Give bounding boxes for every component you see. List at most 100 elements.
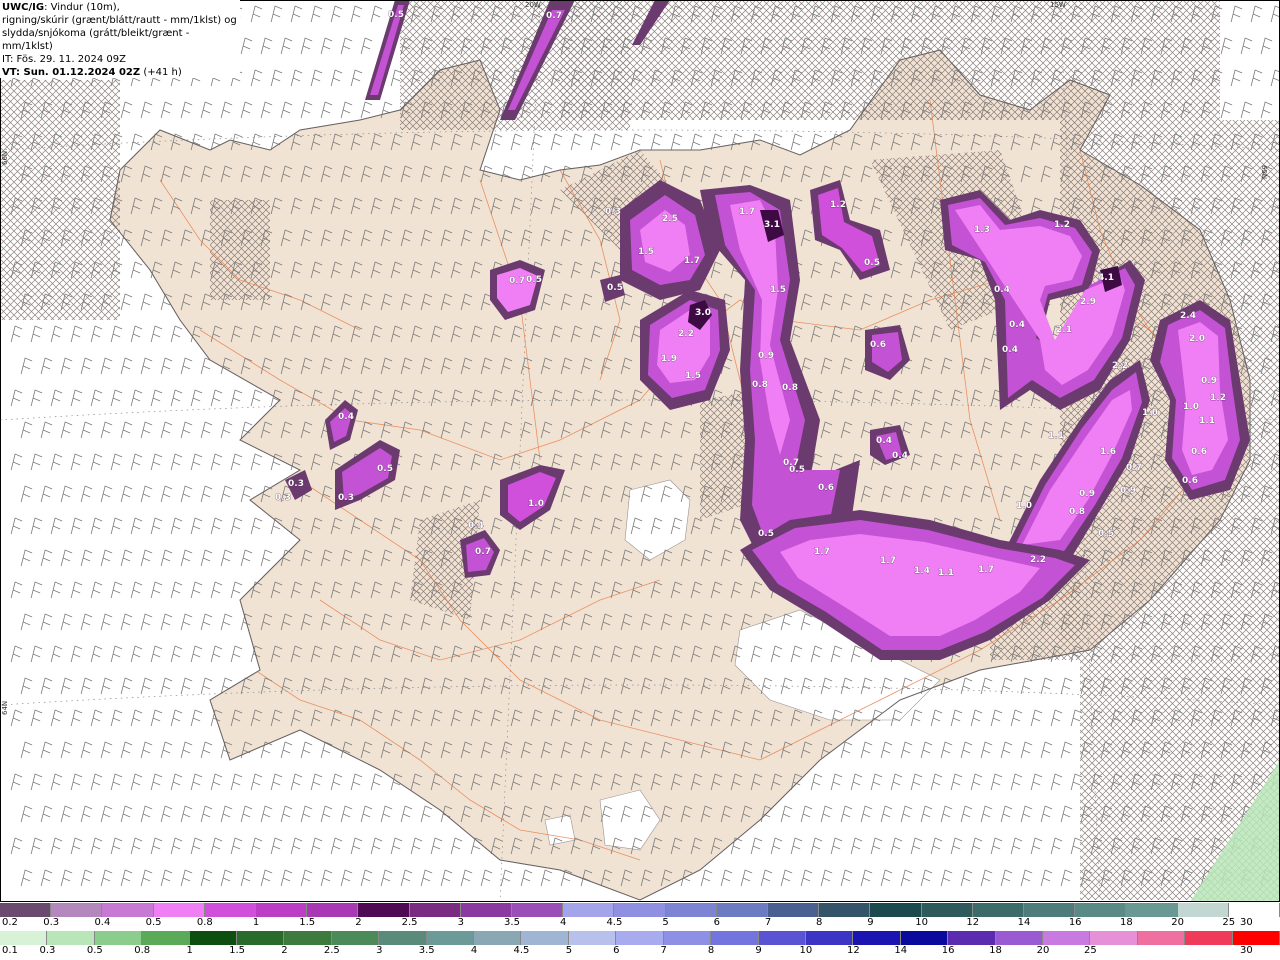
legend-swatch bbox=[358, 903, 410, 917]
legend-swatch bbox=[204, 903, 257, 917]
legend-swatch bbox=[307, 903, 359, 917]
legend-label: 9 bbox=[867, 917, 874, 928]
legend-label: 16 bbox=[1068, 917, 1082, 928]
legend-swatch bbox=[0, 931, 48, 945]
precip-value-label: 2.4 bbox=[1180, 311, 1196, 321]
legend-swatch bbox=[426, 931, 475, 945]
precip-value-label: 0.8 bbox=[1069, 507, 1085, 517]
legend-swatch bbox=[153, 903, 205, 917]
legend-swatch bbox=[870, 903, 922, 917]
precip-value-label: 0.5 bbox=[1098, 529, 1114, 539]
legend-label: 3 bbox=[457, 917, 464, 928]
legend-swatch bbox=[995, 931, 1043, 945]
legend-swatch bbox=[1232, 931, 1280, 945]
legend-label: 14 bbox=[894, 945, 908, 956]
precip-value-label: 2.1 bbox=[1056, 325, 1072, 335]
lon-label-20w: 20W bbox=[525, 1, 541, 9]
legend-label: 14 bbox=[1017, 917, 1031, 928]
legend-label: 25 bbox=[1222, 917, 1236, 928]
legend-swatch bbox=[512, 903, 564, 917]
legend-swatch bbox=[1126, 903, 1178, 917]
precip-value-label: 0.4 bbox=[892, 451, 908, 461]
header-line2: rigning/skúrir (grænt/blátt/rautt - mm/1… bbox=[2, 15, 237, 26]
precip-value-label: 2.2 bbox=[1112, 361, 1128, 371]
legend-swatch bbox=[256, 903, 308, 917]
legend-label: 5 bbox=[565, 945, 573, 956]
legend-label: 3 bbox=[376, 945, 383, 956]
legend-swatch bbox=[1090, 931, 1138, 945]
legend-swatch bbox=[1075, 903, 1127, 917]
legend-label: 25 bbox=[1083, 945, 1097, 956]
legend-swatch bbox=[665, 903, 717, 917]
precip-value-label: 1.2 bbox=[1054, 220, 1070, 230]
snow-legend-labels: 0.2 0.3 0.4 0.5 0.8 1 1.5 2 2.5 3 3.5 4 4.5 5 6 7 8 9 10 12… bbox=[0, 917, 1280, 930]
weather-map[interactable]: 0.5 0.70.32.51.51.70.53.02.21.91.51.73.11… bbox=[0, 0, 1280, 902]
precip-value-label: 0.8 bbox=[782, 383, 798, 393]
precip-value-label: 0.4 bbox=[876, 436, 892, 446]
precip-value-label: 2.9 bbox=[1080, 297, 1096, 307]
precip-value-label: 1.9 bbox=[661, 354, 677, 364]
precip-value-label: 0.5 bbox=[377, 464, 393, 474]
legend-swatch bbox=[1177, 903, 1229, 917]
lat-label-64n: 64N bbox=[1, 700, 9, 715]
legend-swatch bbox=[284, 931, 332, 945]
precip-value-label: 0.7 bbox=[509, 276, 525, 286]
legend-swatch bbox=[972, 903, 1025, 917]
legend-swatch bbox=[474, 931, 522, 945]
precip-value-label: 1.1 bbox=[1048, 431, 1064, 441]
legend-label: 2.5 bbox=[323, 945, 340, 956]
precip-value-label: 0.5 bbox=[526, 275, 542, 285]
precip-value-label: 0.3 bbox=[338, 493, 354, 503]
precip-value-label: 1.0 bbox=[528, 499, 544, 509]
init-time: IT: Fös. 29. 11. 2024 09Z bbox=[2, 54, 126, 65]
legend-swatch bbox=[1185, 931, 1233, 945]
precip-value-label: 2.0 bbox=[1189, 334, 1205, 344]
legend-label: 0.3 bbox=[39, 945, 56, 956]
precip-value-label: 0.9 bbox=[1079, 489, 1095, 499]
legend-swatch bbox=[331, 931, 380, 945]
precip-value-label: 0.9 bbox=[758, 351, 774, 361]
precip-value-label: 1.2 bbox=[1210, 393, 1226, 403]
precip-value-label: 0.6 bbox=[870, 340, 886, 350]
precip-value-label: 0.5 bbox=[607, 283, 623, 293]
legend-label: 6 bbox=[713, 917, 720, 928]
legend-label: 0.8 bbox=[134, 945, 151, 956]
legend-label: 7 bbox=[764, 917, 772, 928]
legend-swatch bbox=[805, 931, 854, 945]
legend-label: 4.5 bbox=[513, 945, 530, 956]
legend-label: 0.5 bbox=[145, 917, 162, 928]
legend-label: 2 bbox=[355, 917, 362, 928]
legend-swatch bbox=[900, 931, 949, 945]
legend-label: 18 bbox=[989, 945, 1002, 956]
precip-value-label: 1.7 bbox=[739, 207, 755, 217]
legend-label: 3.5 bbox=[418, 945, 435, 956]
valid-time: VT: Sun. 01.12.2024 02Z bbox=[2, 67, 141, 78]
legend-label: 1 bbox=[252, 917, 260, 928]
precip-value-label: 0.4 bbox=[338, 412, 354, 422]
rain-color-legend bbox=[0, 931, 1280, 945]
legend-swatch bbox=[1228, 903, 1280, 917]
precip-value-label: 1.4 bbox=[914, 566, 930, 576]
precip-value-label: 1.1 bbox=[938, 568, 954, 578]
legend-swatch bbox=[948, 931, 996, 945]
legend-swatch bbox=[409, 903, 461, 917]
precip-value-label: 0.3 bbox=[605, 207, 621, 217]
precip-value-label: 0.6 bbox=[818, 483, 834, 493]
precip-value-label: 1.1 bbox=[1199, 416, 1215, 426]
precip-value-label: 0.9 bbox=[1201, 376, 1217, 386]
precip-value-label: 0.4 bbox=[468, 521, 484, 531]
legend-label: 6 bbox=[613, 945, 620, 956]
precip-value-label: 0.3 bbox=[275, 493, 291, 503]
header-line1: : Vindur (10m), bbox=[44, 2, 120, 13]
precip-value-label: 0.6 bbox=[1182, 476, 1198, 486]
precip-value-label: 3.0 bbox=[695, 308, 711, 318]
precip-value-label: 0.4 bbox=[994, 285, 1010, 295]
legend-label: 10 bbox=[915, 917, 928, 928]
legend-label: 5 bbox=[662, 917, 669, 928]
legend-swatch bbox=[47, 931, 95, 945]
legend-label: 0.8 bbox=[196, 917, 213, 928]
legend-label: 0.3 bbox=[43, 917, 60, 928]
legend-swatch bbox=[853, 931, 901, 945]
precip-value-label: 1.7 bbox=[880, 556, 896, 566]
legend-swatch bbox=[189, 931, 238, 945]
